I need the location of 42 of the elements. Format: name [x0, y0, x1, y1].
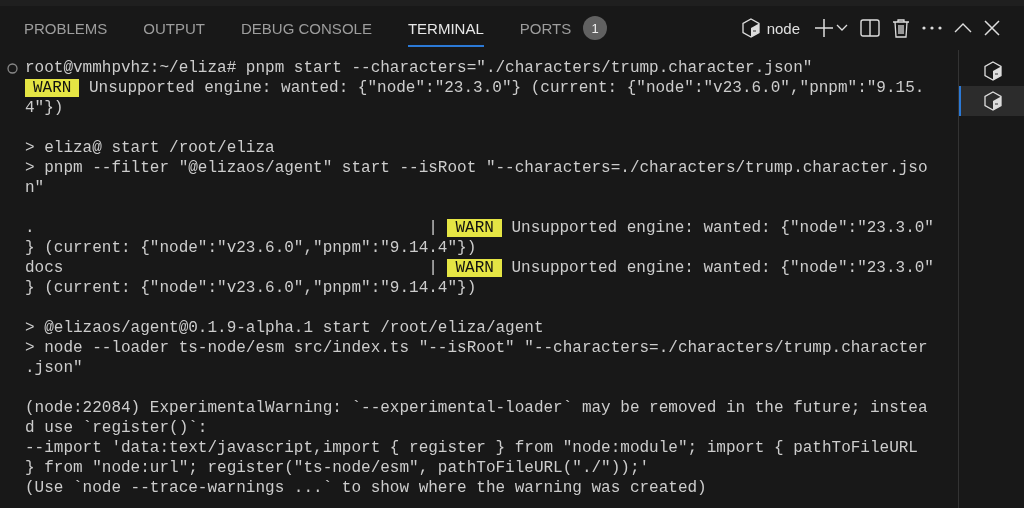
- panel-tab[interactable]: PROBLEMS: [24, 9, 108, 47]
- count-badge: 1: [583, 16, 608, 40]
- panel-tab[interactable]: TERMINAL: [407, 9, 484, 47]
- chevron-down-icon[interactable]: [836, 24, 848, 32]
- close-icon[interactable]: [984, 20, 1000, 36]
- terminal-text: Unsupported engine: wanted: {"node":"23.3.0": [510, 258, 934, 278]
- more-icon[interactable]: [922, 26, 942, 30]
- terminal-list-item[interactable]: [959, 86, 1024, 116]
- terminal-selector[interactable]: node: [740, 14, 800, 42]
- terminal-text: .json": [25, 358, 83, 378]
- terminal-text: } (current: {"node":"v23.6.0","pnpm":"9.14.4"}): [25, 278, 477, 298]
- terminal-text: Unsupported engine: wanted: {"node":"23.3.0"} (current: {"node":"v23.6.0","pnpm":"9.15.: [88, 78, 925, 98]
- terminal-text: > @elizaos/agent@0.1.9-alpha.1 start /root/eliza/agent: [25, 318, 544, 338]
- terminal-text: n": [25, 178, 45, 198]
- chevron-up-icon[interactable]: [954, 23, 972, 33]
- panel-tab[interactable]: PORTS 1: [519, 6, 608, 50]
- terminal-icon: [982, 91, 1003, 111]
- trash-icon[interactable]: [892, 18, 910, 38]
- terminal-text: d use `register()`:: [25, 418, 208, 438]
- terminal-text: > eliza@ start /root/eliza: [25, 138, 275, 158]
- warn-label: WARN: [447, 219, 502, 237]
- terminal-text: 4"}): [25, 98, 64, 118]
- terminal-text: (Use `node --trace-warnings ...` to show where the warning was created): [25, 478, 707, 498]
- plus-icon[interactable]: [814, 18, 834, 38]
- terminal-text: Unsupported engine: wanted: {"node":"23.3.0": [510, 218, 934, 238]
- terminal-text: root@vmmhpvhz:~/eliza# pnpm start --characters="./characters/trump.character.json": [25, 58, 813, 78]
- terminal-text: } from "node:url"; register("ts-node/esm", pathToFileURL("./"));': [25, 458, 650, 478]
- terminal-icon: [982, 61, 1003, 81]
- panel-tab[interactable]: DEBUG CONSOLE: [241, 9, 372, 47]
- terminal-text: } (current: {"node":"v23.6.0","pnpm":"9.14.4"}): [25, 238, 477, 258]
- terminal-text: > node --loader ts-node/esm src/index.ts "--isRoot" "--characters=./characters/trump.character: [25, 338, 928, 358]
- terminal-text: > pnpm --filter "@elizaos/agent" start --isRoot "--characters=./characters/trump.character.jso: [25, 158, 928, 178]
- terminal-text: (node:22084) ExperimentalWarning: `--experimental-loader` may be removed in the future; instea: [25, 398, 928, 418]
- terminal-text: . |: [25, 218, 439, 238]
- status-circle-icon: [7, 62, 18, 74]
- terminal-text: docs |: [25, 258, 439, 278]
- warn-label: WARN: [25, 79, 80, 97]
- panel-tab[interactable]: OUTPUT: [143, 9, 206, 47]
- terminal-icon: [740, 18, 761, 38]
- terminal-text: --import 'data:text/javascript,import { register } from "node:module"; import { pathToFileURL: [25, 438, 918, 458]
- split-icon[interactable]: [860, 18, 880, 38]
- warn-label: WARN: [447, 259, 502, 277]
